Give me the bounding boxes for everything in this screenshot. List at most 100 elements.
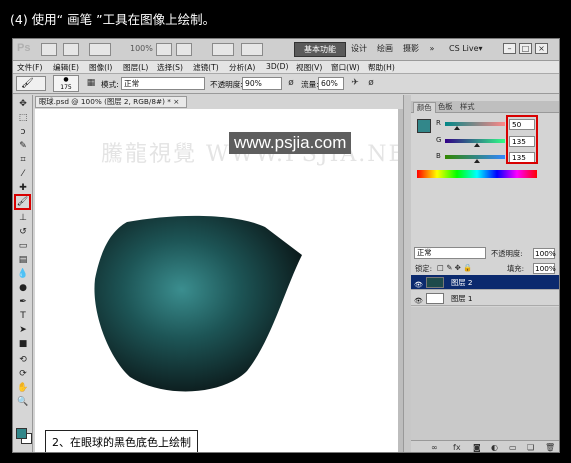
green-slider[interactable] <box>445 139 505 147</box>
flow-field[interactable]: 60% <box>318 77 344 90</box>
menu-image[interactable]: 图像(I) <box>89 62 112 73</box>
3d-orbit-tool-icon[interactable]: ⟳ <box>16 367 30 381</box>
3d-rotate-tool-icon[interactable]: ⟲ <box>16 353 30 367</box>
more-workspaces-icon[interactable]: » <box>425 42 439 57</box>
tool-preset-picker[interactable]: 🖌 <box>16 76 46 91</box>
color-panel-foreground[interactable] <box>417 119 431 133</box>
layer-thumbnail <box>426 277 444 288</box>
workspace-essentials[interactable]: 基本功能 <box>294 42 346 57</box>
gradient-tool-icon[interactable]: ▤ <box>16 253 30 267</box>
airbrush-icon[interactable]: ✈ <box>349 77 361 90</box>
new-group-icon[interactable]: ▭ <box>509 443 517 452</box>
layer-row-1[interactable]: 👁 图层 1 <box>411 291 559 306</box>
green-slider-knob[interactable] <box>473 143 480 147</box>
fill-field[interactable]: 100% <box>533 263 556 274</box>
color-spectrum[interactable] <box>417 170 537 178</box>
options-bar: 🖌 ● 175 ▦ 模式: 正常 不透明度: 90% ø 流量: 60% ✈ ø <box>13 74 559 94</box>
blend-mode-select[interactable]: 正常 <box>414 247 486 259</box>
workspace-painting[interactable]: 绘画 <box>373 42 397 57</box>
tab-color[interactable]: 颜色 <box>413 102 436 113</box>
opacity-field[interactable]: 90% <box>242 77 282 90</box>
pen-tool-icon[interactable]: ✒ <box>16 295 30 309</box>
marquee-tool-icon[interactable]: ⬚ <box>16 111 30 125</box>
dodge-tool-icon[interactable]: ● <box>16 281 30 295</box>
menu-analysis[interactable]: 分析(A) <box>229 62 255 73</box>
healing-brush-tool-icon[interactable]: ✚ <box>16 181 30 195</box>
shape-tool-icon[interactable]: ■ <box>16 337 30 351</box>
red-label: R <box>436 119 441 127</box>
new-layer-icon[interactable]: ❏ <box>527 443 534 452</box>
menu-help[interactable]: 帮助(H) <box>368 62 395 73</box>
color-panel-tabs: 颜色 色板 样式 <box>411 101 559 113</box>
history-brush-tool-icon[interactable]: ↺ <box>16 225 30 239</box>
mini-bridge-icon[interactable] <box>63 43 79 56</box>
foreground-color-swatch[interactable] <box>16 428 27 439</box>
workspace-photography[interactable]: 摄影 <box>399 42 423 57</box>
blue-slider-knob[interactable] <box>473 159 480 163</box>
ps-logo: Ps <box>17 42 31 54</box>
tab-swatches[interactable]: 色板 <box>435 102 456 113</box>
layer-style-icon[interactable]: fx <box>453 443 461 452</box>
brush-tool-icon[interactable]: 🖌 <box>14 194 31 210</box>
crop-tool-icon[interactable]: ⌗ <box>16 153 30 167</box>
cs-live-button[interactable]: CS Live▾ <box>449 44 483 53</box>
eyeball-shape <box>94 215 302 392</box>
menu-filter[interactable]: 滤镜(T) <box>193 62 219 73</box>
layer-mask-icon[interactable]: ◙ <box>473 443 481 452</box>
type-tool-icon[interactable]: T <box>16 309 30 323</box>
eyedropper-tool-icon[interactable]: ⁄ <box>16 167 30 181</box>
pressure-size-icon[interactable]: ø <box>365 77 377 90</box>
clone-stamp-tool-icon[interactable]: ⊥ <box>16 211 30 225</box>
panels-dock: 颜色 色板 样式 R 50 G 135 B 135 正常 不透明度: 100% … <box>411 95 559 452</box>
move-tool-icon[interactable]: ✥ <box>16 97 30 111</box>
eraser-tool-icon[interactable]: ▭ <box>16 239 30 253</box>
tab-styles[interactable]: 样式 <box>457 102 478 113</box>
layers-empty-area <box>411 307 559 440</box>
blur-tool-icon[interactable]: 💧 <box>16 267 30 281</box>
menu-select[interactable]: 选择(S) <box>157 62 183 73</box>
quick-select-tool-icon[interactable]: ✎ <box>16 139 30 153</box>
mode-select[interactable]: 正常 <box>121 77 205 90</box>
menu-edit[interactable]: 编辑(E) <box>53 62 79 73</box>
maximize-button[interactable]: □ <box>519 43 532 54</box>
brush-preset-picker[interactable]: ● 175 <box>53 75 79 92</box>
flow-label: 流量: <box>301 80 319 89</box>
menu-view[interactable]: 视图(V) <box>296 62 322 73</box>
close-button[interactable]: × <box>535 43 548 54</box>
workspace-design[interactable]: 设计 <box>347 42 371 57</box>
link-layers-icon[interactable]: ∞ <box>431 443 438 452</box>
menu-layer[interactable]: 图层(L) <box>123 62 148 73</box>
zoom-level[interactable]: 100% <box>130 44 153 53</box>
adjustment-layer-icon[interactable]: ◐ <box>491 443 498 452</box>
pressure-opacity-icon[interactable]: ø <box>285 77 297 90</box>
blue-slider[interactable] <box>445 155 505 163</box>
rotate-view-icon[interactable] <box>176 43 192 56</box>
mode-label: 模式: <box>101 80 119 89</box>
panel-collapse-strip[interactable] <box>403 95 411 452</box>
lasso-tool-icon[interactable]: ↄ <box>16 125 30 139</box>
brush-panel-icon[interactable]: ▦ <box>85 77 97 90</box>
bridge-icon[interactable] <box>41 43 57 56</box>
document-window: 騰龍視覺 WWW.PSJIA.NET www.psjia.com 2、在眼球的黑… <box>35 109 403 452</box>
red-slider-knob[interactable] <box>454 126 460 130</box>
brush-tip-icon: ● <box>63 76 69 83</box>
hand-tool-icon[interactable]: ✋ <box>16 381 30 395</box>
arrange-documents-icon[interactable] <box>212 43 234 56</box>
layer-thumbnail <box>426 293 444 304</box>
document-tab[interactable]: 眼球.psd @ 100% (图层 2, RGB/8#) * × <box>35 96 187 108</box>
path-selection-tool-icon[interactable]: ➤ <box>16 323 30 337</box>
hand-tool-icon[interactable] <box>156 43 172 56</box>
screen-mode-icon[interactable] <box>241 43 263 56</box>
layer-opacity-field[interactable]: 100% <box>533 248 556 259</box>
menu-file[interactable]: 文件(F) <box>17 62 42 73</box>
red-slider[interactable] <box>445 122 505 130</box>
zoom-tool-icon[interactable]: 🔍 <box>16 395 30 409</box>
layer-row-2[interactable]: 👁 图层 2 <box>411 275 559 290</box>
view-extras-icon[interactable] <box>89 43 111 56</box>
delete-layer-icon[interactable]: 🗑 <box>545 443 555 452</box>
canvas[interactable]: 騰龍視覺 WWW.PSJIA.NET www.psjia.com 2、在眼球的黑… <box>35 109 398 452</box>
lock-icons[interactable]: □ ✎ ✥ 🔒 <box>437 263 472 272</box>
minimize-button[interactable]: – <box>503 43 516 54</box>
menu-3d[interactable]: 3D(D) <box>266 62 288 71</box>
menu-window[interactable]: 窗口(W) <box>331 62 360 73</box>
